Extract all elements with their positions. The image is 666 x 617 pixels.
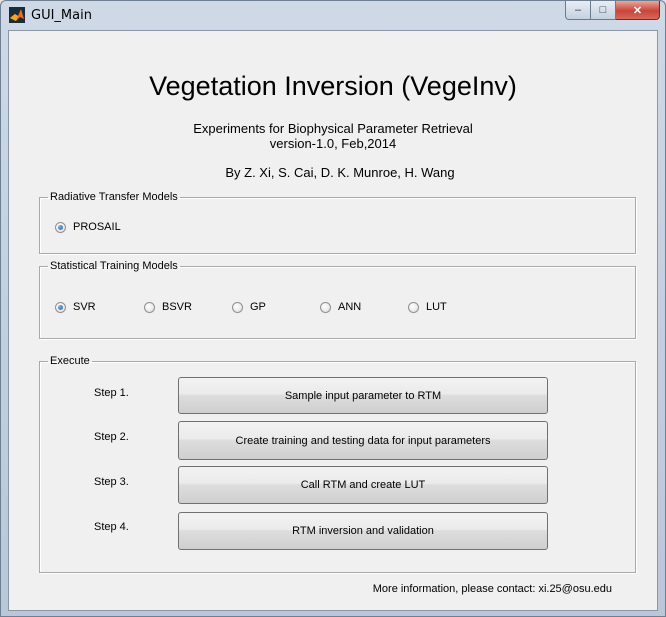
radio-indicator[interactable] — [408, 301, 419, 313]
step-2-label: Step 2. — [94, 431, 129, 443]
execute-panel-legend: Execute — [50, 355, 90, 367]
caption-buttons: – □ ✕ — [565, 1, 660, 21]
radio-indicator[interactable] — [320, 301, 331, 313]
title-bar[interactable]: GUI_Main – □ ✕ — [1, 1, 665, 29]
radio-indicator[interactable] — [55, 221, 66, 233]
stm-panel-legend: Statistical Training Models — [50, 260, 178, 272]
app-window: GUI_Main – □ ✕ Vegetation Inversion (Veg… — [0, 0, 666, 617]
close-button[interactable]: ✕ — [616, 1, 660, 20]
radio-label: LUT — [426, 301, 447, 313]
rtm-panel: Radiative Transfer Models PROSAIL — [39, 191, 636, 254]
radio-prosail[interactable]: PROSAIL — [55, 221, 121, 233]
call-rtm-button[interactable]: Call RTM and create LUT — [178, 466, 548, 504]
execute-panel: Execute Step 1. Sample input parameter t… — [39, 355, 636, 573]
radio-label: GP — [250, 301, 266, 313]
window-title: GUI_Main — [31, 8, 92, 23]
minimize-button[interactable]: – — [565, 1, 591, 20]
radio-indicator[interactable] — [55, 301, 66, 313]
contact-info: More information, please contact: xi.25@… — [372, 583, 612, 595]
radio-gp[interactable]: GP — [232, 301, 266, 313]
client-area: Vegetation Inversion (VegeInv) Experimen… — [8, 30, 658, 611]
radio-label: PROSAIL — [73, 221, 121, 233]
step-1-label: Step 1. — [94, 387, 129, 399]
radio-label: ANN — [338, 301, 362, 313]
version-text: version-1.0, Feb,2014 — [269, 136, 397, 151]
step-4-label: Step 4. — [94, 521, 129, 533]
stm-panel: Statistical Training Models SVR BSVR GP … — [39, 260, 636, 339]
rtm-panel-legend: Radiative Transfer Models — [50, 191, 178, 203]
minimize-icon: – — [574, 4, 582, 16]
maximize-icon: □ — [599, 4, 607, 16]
close-icon: ✕ — [632, 4, 643, 17]
radio-indicator[interactable] — [144, 301, 155, 313]
matlab-icon[interactable] — [9, 7, 25, 23]
page-title: Vegetation Inversion (VegeInv) — [149, 71, 517, 101]
radio-indicator[interactable] — [232, 301, 243, 313]
radio-bsvr[interactable]: BSVR — [144, 301, 192, 313]
rtm-inversion-button[interactable]: RTM inversion and validation — [178, 512, 548, 550]
radio-lut[interactable]: LUT — [408, 301, 447, 313]
step-3-label: Step 3. — [94, 476, 129, 488]
radio-ann[interactable]: ANN — [320, 301, 361, 313]
subtitle: Experiments for Biophysical Parameter Re… — [193, 121, 473, 136]
sample-input-button[interactable]: Sample input parameter to RTM — [178, 377, 548, 414]
radio-label: SVR — [73, 301, 96, 313]
authors-text: By Z. Xi, S. Cai, D. K. Munroe, H. Wang — [225, 165, 455, 180]
radio-svr[interactable]: SVR — [55, 301, 96, 313]
radio-label: BSVR — [162, 301, 192, 313]
create-training-data-button[interactable]: Create training and testing data for inp… — [178, 421, 548, 460]
maximize-button[interactable]: □ — [591, 1, 616, 20]
